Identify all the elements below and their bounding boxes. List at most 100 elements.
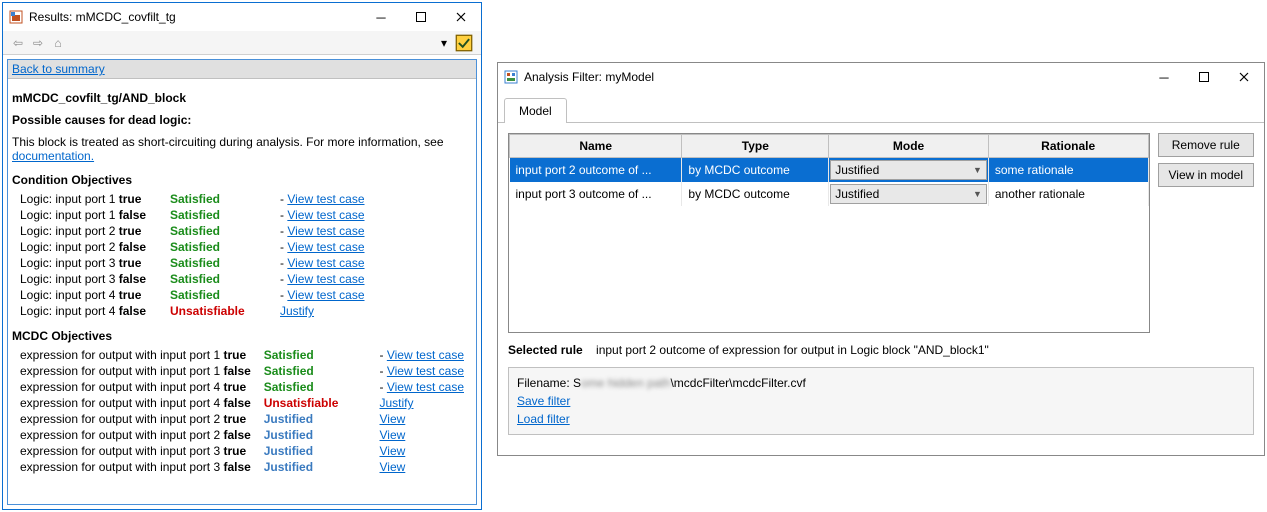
cell-name[interactable]: input port 3 outcome of ...: [510, 182, 682, 206]
action-cell: - View test case: [378, 363, 473, 379]
filter-app-icon: [504, 70, 518, 84]
back-icon[interactable]: ⇦: [9, 34, 27, 52]
table-row: expression for output with input port 4 …: [18, 379, 472, 395]
maximize-button[interactable]: [401, 3, 441, 31]
status-badge: Satisfied: [168, 255, 278, 271]
close-button[interactable]: [1224, 63, 1264, 91]
table-row: expression for output with input port 1 …: [18, 363, 472, 379]
view-link[interactable]: View: [380, 428, 406, 442]
status-badge: Satisfied: [168, 239, 278, 255]
view-test-case-link[interactable]: View test case: [387, 348, 464, 362]
status-badge: Satisfied: [262, 347, 378, 363]
action-cell: - View test case: [378, 347, 473, 363]
action-cell: - View test case: [278, 223, 373, 239]
view-test-case-link[interactable]: View test case: [287, 208, 364, 222]
status-badge: Satisfied: [168, 191, 278, 207]
filter-titlebar[interactable]: Analysis Filter: myModel ─: [498, 63, 1264, 91]
table-row: Logic: input port 2 falseSatisfied- View…: [18, 239, 373, 255]
cell-name[interactable]: input port 2 outcome of ...: [510, 158, 682, 182]
view-link[interactable]: View: [380, 412, 406, 426]
objective-label: Logic: input port 2 false: [18, 239, 168, 255]
cell-rationale[interactable]: another rationale: [988, 182, 1148, 206]
view-test-case-link[interactable]: View test case: [387, 380, 464, 394]
results-content: Back to summary mMCDC_covfilt_tg/AND_blo…: [7, 59, 477, 505]
cell-mode[interactable]: Justified▼: [829, 182, 989, 206]
close-button[interactable]: [441, 3, 481, 31]
table-row[interactable]: input port 2 outcome of ...by MCDC outco…: [510, 158, 1149, 182]
table-row: expression for output with input port 3 …: [18, 443, 472, 459]
view-test-case-link[interactable]: View test case: [287, 288, 364, 302]
objective-label: Logic: input port 4 false: [18, 303, 168, 319]
status-badge: Satisfied: [168, 207, 278, 223]
results-toolbar: ⇦ ⇨ ⌂ ▾: [3, 31, 481, 55]
justify-link[interactable]: Justify: [280, 304, 314, 318]
remove-rule-button[interactable]: Remove rule: [1158, 133, 1254, 157]
view-test-case-link[interactable]: View test case: [287, 240, 364, 254]
results-app-icon: [9, 10, 23, 24]
view-test-case-link[interactable]: View test case: [387, 364, 464, 378]
mode-dropdown[interactable]: Justified▼: [830, 184, 987, 204]
home-icon[interactable]: ⌂: [49, 34, 67, 52]
view-in-model-button[interactable]: View in model: [1158, 163, 1254, 187]
selected-rule-label: Selected rule: [508, 343, 583, 357]
save-filter-link[interactable]: Save filter: [517, 394, 570, 408]
mcdc-objectives-table: expression for output with input port 1 …: [18, 347, 472, 475]
table-row: expression for output with input port 4 …: [18, 395, 472, 411]
results-titlebar[interactable]: Results: mMCDC_covfilt_tg ─: [3, 3, 481, 31]
col-rationale[interactable]: Rationale: [988, 135, 1148, 158]
minimize-button[interactable]: ─: [1144, 63, 1184, 91]
back-to-summary-link[interactable]: Back to summary: [12, 62, 105, 76]
view-link[interactable]: View: [380, 444, 406, 458]
maximize-button[interactable]: [1184, 63, 1224, 91]
objective-label: Logic: input port 1 true: [18, 191, 168, 207]
col-type[interactable]: Type: [682, 135, 829, 158]
objective-label: expression for output with input port 1 …: [18, 347, 262, 363]
cell-type[interactable]: by MCDC outcome: [682, 182, 829, 206]
view-link[interactable]: View: [380, 460, 406, 474]
table-row: expression for output with input port 2 …: [18, 427, 472, 443]
results-window: Results: mMCDC_covfilt_tg ─ ⇦ ⇨ ⌂ ▾ Back…: [2, 2, 482, 510]
forward-icon[interactable]: ⇨: [29, 34, 47, 52]
action-cell: Justify: [378, 395, 473, 411]
col-name[interactable]: Name: [510, 135, 682, 158]
objective-label: expression for output with input port 1 …: [18, 363, 262, 379]
objective-label: Logic: input port 2 true: [18, 223, 168, 239]
view-test-case-link[interactable]: View test case: [287, 224, 364, 238]
justify-link[interactable]: Justify: [380, 396, 414, 410]
status-badge: Satisfied: [168, 271, 278, 287]
objective-label: Logic: input port 1 false: [18, 207, 168, 223]
action-cell: View: [378, 427, 473, 443]
action-cell: - View test case: [278, 239, 373, 255]
col-mode[interactable]: Mode: [829, 135, 989, 158]
cell-mode[interactable]: Justified▼: [829, 158, 989, 182]
action-cell: - View test case: [278, 255, 373, 271]
view-test-case-link[interactable]: View test case: [287, 272, 364, 286]
rules-grid[interactable]: Name Type Mode Rationale input port 2 ou…: [508, 133, 1150, 333]
action-cell: - View test case: [378, 379, 473, 395]
table-row: Logic: input port 4 falseUnsatisfiableJu…: [18, 303, 373, 319]
table-row: Logic: input port 1 trueSatisfied- View …: [18, 191, 373, 207]
cell-rationale[interactable]: some rationale: [988, 158, 1148, 182]
view-test-case-link[interactable]: View test case: [287, 192, 364, 206]
load-filter-link[interactable]: Load filter: [517, 412, 570, 426]
cell-type[interactable]: by MCDC outcome: [682, 158, 829, 182]
chevron-down-icon: ▼: [973, 165, 982, 175]
mode-dropdown[interactable]: Justified▼: [830, 160, 987, 180]
table-row: expression for output with input port 2 …: [18, 411, 472, 427]
tab-model[interactable]: Model: [504, 98, 567, 123]
table-row[interactable]: input port 3 outcome of ...by MCDC outco…: [510, 182, 1149, 206]
view-test-case-link[interactable]: View test case: [287, 256, 364, 270]
action-cell: View: [378, 411, 473, 427]
dropdown-icon[interactable]: ▾: [435, 34, 453, 52]
status-badge: Satisfied: [168, 223, 278, 239]
chevron-down-icon: ▼: [973, 189, 982, 199]
table-row: expression for output with input port 1 …: [18, 347, 472, 363]
status-badge: Justified: [262, 427, 378, 443]
status-badge: Justified: [262, 443, 378, 459]
minimize-button[interactable]: ─: [361, 3, 401, 31]
highlight-icon[interactable]: [455, 34, 473, 52]
table-row: Logic: input port 2 trueSatisfied- View …: [18, 223, 373, 239]
documentation-link[interactable]: documentation.: [12, 149, 94, 163]
status-badge: Satisfied: [168, 287, 278, 303]
status-badge: Justified: [262, 411, 378, 427]
